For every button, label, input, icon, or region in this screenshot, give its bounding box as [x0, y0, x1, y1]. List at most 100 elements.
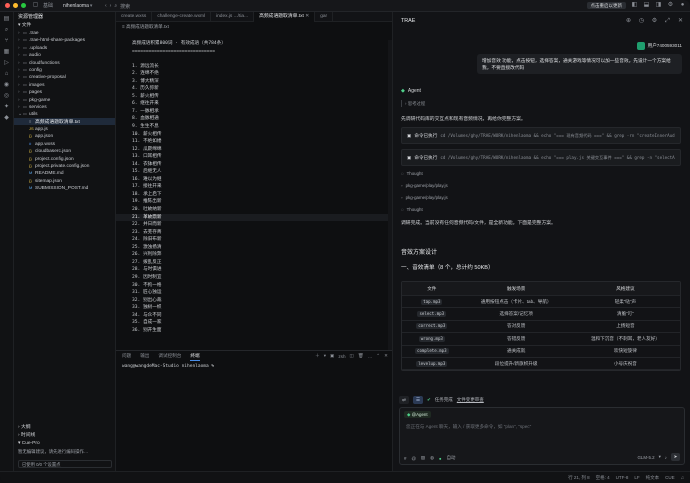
- file-tree-item[interactable]: › ▭ creative-proposal: [14, 73, 115, 80]
- cursor-position[interactable]: 行 21, 列 8: [568, 475, 590, 481]
- terminal-shell-name[interactable]: zsh: [338, 354, 345, 359]
- breadcrumb[interactable]: ≡ 高频成语题取清单.txt: [116, 22, 392, 31]
- mic-icon[interactable]: ♪: [665, 455, 667, 460]
- terminal-tab[interactable]: 输出: [140, 353, 149, 359]
- timeline-section[interactable]: › 时间线: [14, 432, 116, 440]
- file-tree-item[interactable]: › ▭ audio: [14, 51, 115, 58]
- file-tree-item[interactable]: {} project.config.json: [14, 155, 115, 162]
- flow-icon[interactable]: ✦: [3, 104, 10, 111]
- hash-icon[interactable]: #: [404, 456, 406, 461]
- globe-icon[interactable]: ◍: [430, 455, 434, 461]
- send-button[interactable]: ➤: [671, 453, 680, 461]
- chevron-down-icon[interactable]: ▾: [90, 3, 93, 9]
- sidebar-toggle-icon[interactable]: ▢: [32, 2, 39, 9]
- thinking-toggle[interactable]: › 思考过程: [401, 100, 428, 107]
- file-tree-item[interactable]: › ▭ pkg-game: [14, 96, 115, 103]
- close-icon[interactable]: ✕: [384, 353, 388, 359]
- file-tree-item[interactable]: {} cloudbaserc.json: [14, 147, 115, 154]
- agent-chip[interactable]: ◆ @Agent: [404, 411, 431, 418]
- file-tree-item[interactable]: {} app.json: [14, 132, 115, 139]
- file-tree-item[interactable]: › ▭ .uploads: [14, 44, 115, 51]
- run-debug-icon[interactable]: ▷: [3, 60, 10, 67]
- layout-right-icon[interactable]: ◨: [655, 2, 662, 9]
- file-tree-item[interactable]: {} project.private.config.json: [14, 162, 115, 169]
- close-window-button[interactable]: [5, 3, 10, 8]
- command-card-1[interactable]: ▣ 命令已执行 cd /Volumes/ghy/TRAE/WORK/nihenl…: [401, 127, 681, 144]
- auto-label[interactable]: 自动: [447, 455, 456, 461]
- editor-tab[interactable]: index.js .../tia...: [211, 12, 255, 22]
- maximize-icon[interactable]: ⌃: [376, 353, 380, 359]
- file-tree-item[interactable]: › ▭ pages: [14, 88, 115, 95]
- file-ref-2[interactable]: ▫ pkg-game/play/play.js: [401, 195, 448, 200]
- file-ref-1[interactable]: ▫ pkg-game/play/play.js: [401, 183, 448, 188]
- terminal-tab[interactable]: 终端: [190, 351, 200, 361]
- file-tree-item[interactable]: ≡ 高频成语题取清单.txt: [14, 117, 115, 126]
- command-card-2[interactable]: ▣ 命令已执行 cd /Volumes/ghy/TRAE/WORK/nihenl…: [401, 149, 681, 166]
- source-control-icon[interactable]: ⑂: [3, 38, 10, 45]
- image-icon[interactable]: ▨: [421, 455, 425, 461]
- file-tree-item[interactable]: › ▭ .trae-html-share-packages: [14, 36, 115, 43]
- chat-composer[interactable]: ◆ @Agent 您正在与 Agent 聊天，输入 / 获取更多命令，如 "pl…: [399, 407, 685, 465]
- chevron-down-icon[interactable]: ▾: [659, 454, 661, 460]
- cue-section[interactable]: ▾ Cue-Pro: [14, 440, 116, 448]
- at-icon[interactable]: @: [411, 456, 415, 461]
- expand-icon[interactable]: ⤢: [664, 18, 671, 25]
- terminal-prompt[interactable]: wang@wangdeMac-Studio nihenlaoma %: [116, 364, 392, 369]
- remote-icon[interactable]: ⌂: [3, 71, 10, 78]
- model-selector[interactable]: GLM-5.2: [637, 455, 654, 460]
- gear-icon[interactable]: ⚙: [651, 18, 658, 25]
- editor-tab[interactable]: gar: [315, 12, 334, 22]
- file-tree-item[interactable]: › ▭ images: [14, 81, 115, 88]
- minimize-window-button[interactable]: [13, 3, 18, 8]
- editor-tab[interactable]: 高频成语题取清单.txt ✕: [254, 12, 316, 22]
- terminal-tab[interactable]: 调试控制台: [158, 353, 181, 359]
- command-search[interactable]: ‹ › ⌕ 搜索: [105, 2, 130, 10]
- files-icon[interactable]: ▤: [3, 16, 10, 23]
- file-tree-item[interactable]: › ▭ config: [14, 66, 115, 73]
- language-mode[interactable]: 纯文本: [646, 475, 660, 481]
- trash-icon[interactable]: 🗑: [358, 353, 364, 359]
- cue-status-item[interactable]: CUE: [665, 475, 675, 481]
- editor-tab[interactable]: challenge-create.wxml: [152, 12, 212, 22]
- puzzle-icon[interactable]: ◆: [3, 115, 10, 122]
- new-chat-icon[interactable]: ⊕: [625, 18, 632, 25]
- file-tree-item[interactable]: M README.md: [14, 169, 115, 176]
- file-tree-item[interactable]: JSapp.js: [14, 125, 115, 132]
- explorer-root[interactable]: ▾ 文件: [14, 22, 115, 29]
- history-icon[interactable]: ◷: [638, 18, 645, 25]
- chat-input-placeholder[interactable]: 您正在与 Agent 聊天，输入 / 获取更多命令，如 "plan", "spe…: [406, 424, 531, 430]
- chevron-down-icon[interactable]: ▾: [324, 353, 326, 359]
- bell-icon[interactable]: ♫: [681, 475, 684, 481]
- extensions-icon[interactable]: ▦: [3, 49, 10, 56]
- code-view[interactable]: 高频成语积累800词 · 有效成语（共784条） ================…: [116, 40, 392, 350]
- more-icon[interactable]: …: [368, 354, 373, 359]
- chat-icon[interactable]: ◉: [3, 82, 10, 89]
- avatar-icon[interactable]: ●: [679, 2, 686, 9]
- terminal-tab[interactable]: 问题: [122, 353, 131, 359]
- file-tree-item[interactable]: › ▭ cloudfunctions: [14, 59, 115, 66]
- zoom-window-button[interactable]: [21, 3, 26, 8]
- file-tree-item[interactable]: › ▭ .trae: [14, 29, 115, 36]
- close-icon[interactable]: ✕: [304, 14, 309, 19]
- add-terminal-icon[interactable]: ＋: [315, 353, 320, 359]
- forward-arrow-icon[interactable]: ›: [110, 3, 112, 9]
- split-terminal-icon[interactable]: ◫: [350, 353, 354, 359]
- thought-2[interactable]: ◌ Thought: [401, 207, 423, 212]
- project-name[interactable]: nihenlaoma: [63, 3, 89, 9]
- swap-icon[interactable]: ⇄: [399, 396, 409, 404]
- outline-section[interactable]: › 大纲: [14, 424, 116, 432]
- encoding[interactable]: UTF-8: [616, 475, 629, 481]
- gear-icon[interactable]: ⚙: [667, 2, 674, 9]
- indent-setting[interactable]: 空格: 4: [596, 475, 610, 481]
- list-icon[interactable]: ☰: [413, 396, 423, 404]
- layout-bottom-icon[interactable]: ⬓: [643, 2, 650, 9]
- file-tree-item[interactable]: M SUBMISSION_POST.md: [14, 184, 115, 191]
- search-icon[interactable]: ⌕: [3, 27, 10, 34]
- thought-1[interactable]: ◌ Thought: [401, 171, 423, 176]
- review-link[interactable]: 文件变更审查: [457, 397, 484, 403]
- eol[interactable]: LF: [634, 475, 639, 481]
- file-tree-item[interactable]: ⌄▭ utils: [14, 110, 115, 117]
- editor-tab[interactable]: create.wxss: [116, 12, 153, 22]
- close-icon[interactable]: ✕: [677, 18, 684, 25]
- update-badge[interactable]: 点击重启以更新: [586, 2, 626, 9]
